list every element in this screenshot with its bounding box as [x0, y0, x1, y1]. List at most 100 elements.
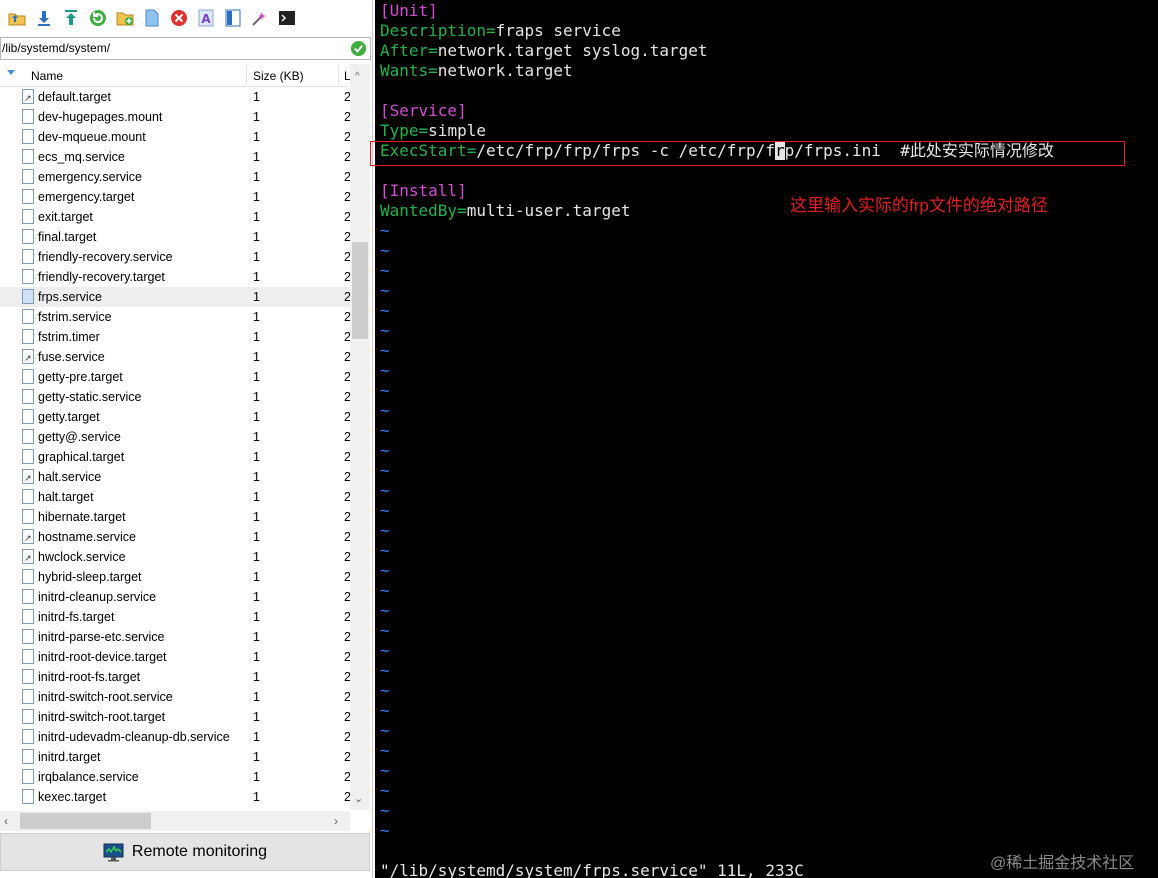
- file-icon: [22, 389, 34, 404]
- tilde-marker: ~: [380, 221, 390, 240]
- file-name: hostname.service: [38, 530, 136, 544]
- remote-monitoring-button[interactable]: Remote monitoring: [0, 833, 370, 871]
- file-icon: [22, 209, 34, 224]
- terminal-editor[interactable]: [Unit] Description=fraps service After=net…: [375, 0, 1158, 878]
- file-size: 1: [253, 110, 260, 124]
- go-check-icon[interactable]: [350, 40, 367, 57]
- column-name[interactable]: Name: [31, 69, 63, 83]
- editor-line: After=network.target syslog.target: [380, 41, 708, 61]
- scroll-right-icon[interactable]: ›: [334, 814, 338, 828]
- new-folder-icon[interactable]: [115, 9, 134, 28]
- file-row[interactable]: graphical.target 1 2: [0, 447, 350, 467]
- column-size[interactable]: Size (KB): [253, 69, 304, 83]
- file-row[interactable]: emergency.service 1 2: [0, 167, 350, 187]
- file-size: 1: [253, 330, 260, 344]
- vertical-scrollbar[interactable]: ^ ⌄: [350, 64, 370, 810]
- file-icon: [22, 409, 34, 424]
- file-row[interactable]: initrd-switch-root.service 1 2: [0, 687, 350, 707]
- file-row[interactable]: irqbalance.service 1 2: [0, 767, 350, 787]
- file-row[interactable]: initrd-switch-root.target 1 2: [0, 707, 350, 727]
- file-row[interactable]: ↗ halt.service 1 2: [0, 467, 350, 487]
- editor-token: [Unit]: [380, 1, 438, 20]
- file-row[interactable]: initrd-root-fs.target 1 2: [0, 667, 350, 687]
- delete-icon[interactable]: [169, 9, 188, 28]
- file-name: initrd-udevadm-cleanup-db.service: [38, 730, 230, 744]
- file-size: 1: [253, 270, 260, 284]
- file-row[interactable]: frps.service 1 2: [0, 287, 350, 307]
- file-row[interactable]: initrd-fs.target 1 2: [0, 607, 350, 627]
- file-row[interactable]: fstrim.timer 1 2: [0, 327, 350, 347]
- monitor-icon: [103, 843, 124, 861]
- file-size: 1: [253, 370, 260, 384]
- tilde-marker: ~: [380, 381, 390, 400]
- file-size: 1: [253, 410, 260, 424]
- file-row[interactable]: dev-hugepages.mount 1 2: [0, 107, 350, 127]
- new-file-icon[interactable]: [142, 9, 161, 28]
- file-row[interactable]: friendly-recovery.service 1 2: [0, 247, 350, 267]
- file-name: getty@.service: [38, 430, 121, 444]
- file-name: hibernate.target: [38, 510, 126, 524]
- refresh-icon[interactable]: [88, 9, 107, 28]
- rename-icon[interactable]: A: [196, 9, 215, 28]
- download-icon[interactable]: [34, 9, 53, 28]
- column-header: Name Size (KB) L: [0, 64, 351, 87]
- file-row[interactable]: initrd-parse-etc.service 1 2: [0, 627, 350, 647]
- scroll-up-icon[interactable]: ^: [355, 71, 360, 82]
- horizontal-scrollbar[interactable]: ‹ ›: [0, 811, 350, 831]
- file-row[interactable]: getty@.service 1 2: [0, 427, 350, 447]
- file-row[interactable]: halt.target 1 2: [0, 487, 350, 507]
- file-row[interactable]: hybrid-sleep.target 1 2: [0, 567, 350, 587]
- file-row[interactable]: hibernate.target 1 2: [0, 507, 350, 527]
- file-row[interactable]: kexec.target 1 2: [0, 787, 350, 807]
- path-input[interactable]: /lib/systemd/system/: [0, 37, 371, 60]
- editor-token: simple: [428, 121, 486, 140]
- properties-icon[interactable]: [223, 9, 242, 28]
- file-row[interactable]: emergency.target 1 2: [0, 187, 350, 207]
- file-link-icon: ↗: [22, 529, 34, 544]
- file-row[interactable]: final.target 1 2: [0, 227, 350, 247]
- terminal-icon[interactable]: [277, 9, 296, 28]
- tilde-marker: ~: [380, 781, 390, 800]
- file-size: 1: [253, 290, 260, 304]
- sort-arrow-icon[interactable]: [7, 70, 15, 75]
- file-row[interactable]: exit.target 1 2: [0, 207, 350, 227]
- tilde-marker: ~: [380, 541, 390, 560]
- column-divider[interactable]: [246, 66, 247, 85]
- scroll-thumb[interactable]: [352, 242, 368, 339]
- file-row[interactable]: friendly-recovery.target 1 2: [0, 267, 350, 287]
- tools-icon[interactable]: [250, 9, 269, 28]
- file-row[interactable]: initrd-root-device.target 1 2: [0, 647, 350, 667]
- editor-line: Type=simple: [380, 121, 486, 141]
- file-row[interactable]: getty.target 1 2: [0, 407, 350, 427]
- file-icon: [22, 749, 34, 764]
- file-row[interactable]: ↗ hwclock.service 1 2: [0, 547, 350, 567]
- tilde-marker: ~: [380, 301, 390, 320]
- file-size: 1: [253, 630, 260, 644]
- file-row[interactable]: ↗ fuse.service 1 2: [0, 347, 350, 367]
- folder-up-icon[interactable]: [7, 9, 26, 28]
- file-name: halt.service: [38, 470, 102, 484]
- tilde-marker: ~: [380, 241, 390, 260]
- column-divider[interactable]: [338, 66, 339, 85]
- file-row[interactable]: initrd-udevadm-cleanup-db.service 1 2: [0, 727, 350, 747]
- file-icon: [22, 449, 34, 464]
- scroll-left-icon[interactable]: ‹: [4, 814, 8, 828]
- file-size: 1: [253, 670, 260, 684]
- editor-token: After=: [380, 41, 438, 60]
- tilde-marker: ~: [380, 401, 390, 420]
- file-row[interactable]: fstrim.service 1 2: [0, 307, 350, 327]
- file-row[interactable]: ↗ hostname.service 1 2: [0, 527, 350, 547]
- file-row[interactable]: dev-mqueue.mount 1 2: [0, 127, 350, 147]
- file-row[interactable]: ↗ default.target 1 2: [0, 87, 350, 107]
- upload-icon[interactable]: [61, 9, 80, 28]
- file-row[interactable]: getty-static.service 1 2: [0, 387, 350, 407]
- file-size: 1: [253, 210, 260, 224]
- scroll-thumb[interactable]: [20, 813, 151, 829]
- file-row[interactable]: initrd.target 1 2: [0, 747, 350, 767]
- file-row[interactable]: ecs_mq.service 1 2: [0, 147, 350, 167]
- file-size: 1: [253, 490, 260, 504]
- scroll-down-icon[interactable]: ⌄: [354, 792, 363, 805]
- file-row[interactable]: initrd-cleanup.service 1 2: [0, 587, 350, 607]
- file-browser-panel: A /lib/systemd/system/ Name Size (KB) L …: [0, 0, 373, 878]
- file-row[interactable]: getty-pre.target 1 2: [0, 367, 350, 387]
